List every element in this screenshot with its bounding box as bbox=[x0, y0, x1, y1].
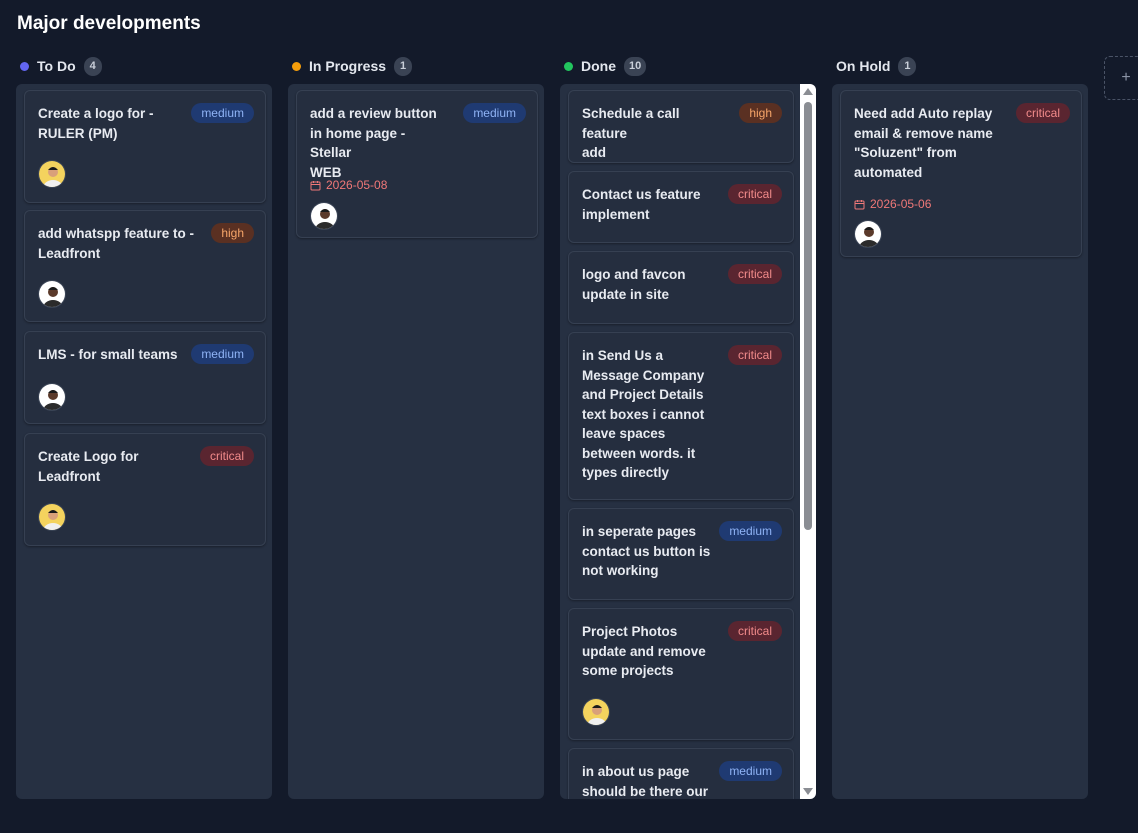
column-in-progress: add a review button in home page - Stell… bbox=[288, 84, 544, 799]
card-title: in about us page should be there our bbox=[582, 764, 709, 799]
due-date-text: 2026-05-06 bbox=[870, 197, 932, 211]
assignee-avatar[interactable] bbox=[854, 220, 882, 248]
status-dot-icon bbox=[20, 61, 29, 71]
card-title: add whatspp feature to - Leadfront bbox=[38, 226, 195, 261]
column-title: Done bbox=[581, 58, 616, 74]
task-card[interactable]: Contact us feature implement critical bbox=[568, 171, 794, 243]
column-todo: Create a logo for - RULER (PM) medium add … bbox=[16, 84, 272, 799]
add-column-button[interactable]: + bbox=[1104, 56, 1138, 100]
column-on-hold: Need add Auto replay email & remove name… bbox=[832, 84, 1088, 799]
column-title: On Hold bbox=[836, 58, 891, 74]
task-card[interactable]: Need add Auto replay email & remove name… bbox=[840, 90, 1082, 257]
scroll-down-arrow-icon[interactable] bbox=[803, 788, 813, 795]
task-card[interactable]: LMS - for small teams medium bbox=[24, 331, 266, 424]
due-date: 2026-05-06 bbox=[854, 197, 931, 211]
column-count-badge: 1 bbox=[394, 56, 413, 76]
assignee-avatar[interactable] bbox=[38, 383, 66, 411]
priority-badge: medium bbox=[719, 521, 782, 541]
task-card[interactable]: Project Photos update and remove some pr… bbox=[568, 608, 794, 740]
assignee-avatar[interactable] bbox=[38, 280, 66, 308]
due-date: 2026-05-08 bbox=[310, 178, 387, 192]
scrollbar-thumb[interactable] bbox=[804, 102, 812, 530]
column-header-in-progress: In Progress 1 bbox=[292, 56, 413, 76]
status-dot-icon bbox=[292, 61, 301, 71]
priority-badge: critical bbox=[199, 446, 254, 466]
card-title: add a review button in home page - Stell… bbox=[310, 106, 437, 180]
task-card[interactable]: in about us page should be there our medi… bbox=[568, 748, 794, 799]
column-header-todo: To Do 4 bbox=[20, 56, 102, 76]
priority-badge: critical bbox=[1015, 103, 1070, 123]
task-card[interactable]: Create Logo for Leadfront critical bbox=[24, 433, 266, 546]
card-title: logo and favcon update in site bbox=[582, 267, 686, 302]
priority-badge: critical bbox=[727, 621, 782, 641]
card-title: in seperate pages contact us button is n… bbox=[582, 524, 711, 578]
kanban-board: Major developments To Do 4 In Progress 1… bbox=[0, 0, 1138, 833]
board-title: Major developments bbox=[17, 13, 201, 34]
calendar-icon bbox=[854, 199, 865, 209]
priority-badge: medium bbox=[719, 761, 782, 781]
priority-badge: critical bbox=[727, 345, 782, 365]
column-title: In Progress bbox=[309, 58, 387, 74]
status-dot-icon bbox=[564, 61, 573, 71]
card-title: LMS - for small teams bbox=[38, 347, 178, 362]
priority-badge: critical bbox=[727, 184, 782, 204]
column-done: Schedule a call feature add high Contact u… bbox=[560, 84, 816, 799]
assignee-avatar[interactable] bbox=[310, 202, 338, 230]
priority-badge: medium bbox=[191, 103, 254, 123]
column-scrollbar[interactable] bbox=[800, 84, 816, 799]
card-title: Schedule a call feature add bbox=[582, 106, 680, 160]
assignee-avatar[interactable] bbox=[38, 503, 66, 531]
card-title: Create Logo for Leadfront bbox=[38, 449, 139, 484]
task-card[interactable]: logo and favcon update in site critical bbox=[568, 251, 794, 324]
task-card[interactable]: add a review button in home page - Stell… bbox=[296, 90, 538, 238]
priority-badge: medium bbox=[191, 344, 254, 364]
priority-badge: medium bbox=[463, 103, 526, 123]
card-title: Project Photos update and remove some pr… bbox=[582, 624, 706, 678]
task-card[interactable]: Schedule a call feature add high bbox=[568, 90, 794, 163]
card-title: Need add Auto replay email & remove name… bbox=[854, 106, 993, 180]
task-card[interactable]: add whatspp feature to - Leadfront high bbox=[24, 210, 266, 322]
column-header-done: Done 10 bbox=[564, 56, 647, 76]
card-title: in Send Us a Message Company and Project… bbox=[582, 348, 705, 480]
column-count-badge: 1 bbox=[898, 56, 917, 76]
plus-icon: + bbox=[1121, 69, 1131, 86]
assignee-avatar[interactable] bbox=[38, 160, 66, 188]
task-card[interactable]: Create a logo for - RULER (PM) medium bbox=[24, 90, 266, 203]
assignee-avatar[interactable] bbox=[582, 698, 610, 726]
calendar-icon bbox=[310, 180, 321, 190]
priority-badge: high bbox=[211, 223, 254, 243]
column-header-on-hold: On Hold 1 bbox=[836, 56, 917, 76]
priority-badge: high bbox=[739, 103, 782, 123]
column-count-badge: 4 bbox=[83, 56, 102, 76]
due-date-text: 2026-05-08 bbox=[326, 178, 388, 192]
card-title: Contact us feature implement bbox=[582, 187, 701, 222]
task-card[interactable]: in seperate pages contact us button is n… bbox=[568, 508, 794, 600]
column-title: To Do bbox=[37, 58, 76, 74]
priority-badge: critical bbox=[727, 264, 782, 284]
column-count-badge: 10 bbox=[624, 56, 647, 76]
card-title: Create a logo for - RULER (PM) bbox=[38, 106, 154, 141]
task-card[interactable]: in Send Us a Message Company and Project… bbox=[568, 332, 794, 500]
scroll-up-arrow-icon[interactable] bbox=[803, 88, 813, 95]
